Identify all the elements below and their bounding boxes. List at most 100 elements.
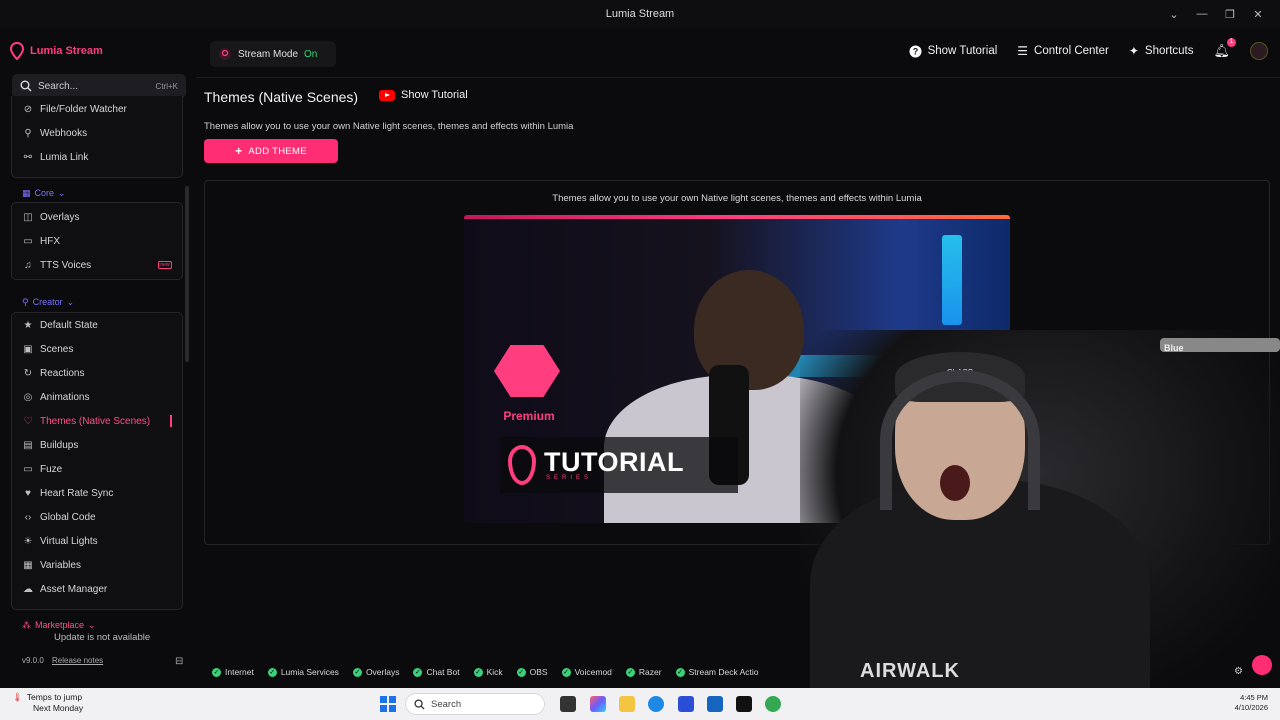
check-icon: ✓ [625, 667, 635, 677]
streamer-mouth [940, 465, 970, 501]
sidebar-item-hfx[interactable]: ▭ HFX [12, 229, 182, 253]
settings-gear-icon[interactable]: ⚙ [1234, 666, 1243, 677]
sidebar-item-themes[interactable]: ♡ Themes (Native Scenes) [12, 409, 182, 433]
weather-widget[interactable]: 🌡︎ Temps to jump Next Monday [12, 692, 83, 714]
control-center-button[interactable]: ☰ Control Center [1017, 44, 1109, 58]
premium-hex-icon [494, 345, 560, 397]
service-status-bar: ✓ Internet ✓ Lumia Services ✓ Overlays ✓ Cha… [196, 662, 1280, 682]
premium-label: Premium [503, 409, 555, 423]
avatar[interactable] [1250, 42, 1268, 60]
chevron-down-icon[interactable]: ⌄ [1160, 0, 1188, 28]
youtube-icon [379, 89, 395, 101]
sidebar-item-reactions[interactable]: ↻ Reactions [12, 361, 182, 385]
top-bar: Stream Mode On ? Show Tutorial ☰ Control… [196, 28, 1280, 78]
search-icon [414, 698, 425, 710]
notification-badge: 1 [1227, 38, 1236, 47]
copilot-icon[interactable] [590, 696, 606, 712]
search-placeholder: Search... [38, 80, 79, 92]
chevron-down-icon: ⌄ [66, 296, 75, 307]
sidebar-item-default-state[interactable]: ★ Default State [12, 313, 182, 337]
section-creator[interactable]: ⚲ Creator ⌄ [0, 293, 74, 311]
search-input[interactable]: Search... Ctrl+K [12, 74, 186, 98]
buildups-icon: ▤ [23, 439, 33, 451]
svg-text:?: ? [912, 46, 918, 56]
image-icon: ▣ [23, 343, 33, 355]
edge-browser-icon[interactable] [648, 696, 664, 712]
chat-bubble-button[interactable] [1252, 655, 1272, 675]
sidebar-item-heart-rate-sync[interactable]: ♥ Heart Rate Sync [12, 481, 182, 505]
show-tutorial-button[interactable]: ? Show Tutorial [909, 45, 997, 58]
task-view-icon[interactable] [560, 696, 576, 712]
brand-name: Lumia Stream [30, 45, 103, 57]
close-button[interactable]: ✕ [1244, 0, 1272, 28]
check-icon: ✓ [561, 667, 571, 677]
shortcuts-button[interactable]: ✦ Shortcuts [1129, 44, 1194, 58]
sidebar-group-integrations: ⊘ File/Folder Watcher ⚲ Webhooks ⚯ Lumia Li… [11, 96, 183, 178]
collapse-sidebar-icon[interactable]: ⊟ [175, 656, 183, 667]
sidebar-item-file-folder-watcher[interactable]: ⊘ File/Folder Watcher [12, 97, 182, 121]
check-icon: ✓ [413, 667, 423, 677]
sidebar-item-buildups[interactable]: ▤ Buildups [12, 433, 182, 457]
animation-icon: ◎ [23, 391, 33, 403]
version-label: v9.0.0 [22, 656, 44, 665]
sidebar-item-virtual-lights[interactable]: ☀ Virtual Lights [12, 529, 182, 553]
show-tutorial-link[interactable]: Show Tutorial [379, 89, 468, 101]
terminal-icon[interactable] [736, 696, 752, 712]
brand-logo[interactable]: Lumia Stream [10, 42, 103, 60]
sidebar-item-webhooks[interactable]: ⚲ Webhooks [12, 121, 182, 145]
outlook-icon[interactable] [707, 696, 723, 712]
status-kick[interactable]: ✓ Kick [473, 667, 503, 677]
eye-icon: ⊘ [23, 103, 33, 115]
store-icon[interactable] [678, 696, 694, 712]
sidebar-scrollbar[interactable] [185, 186, 189, 362]
status-overlays[interactable]: ✓ Overlays [352, 667, 399, 677]
search-shortcut: Ctrl+K [155, 81, 178, 91]
status-stream-deck[interactable]: ✓ Stream Deck Actio [675, 667, 759, 677]
add-theme-button[interactable]: + ADD THEME [204, 139, 338, 163]
stream-mode-toggle[interactable]: Stream Mode On [210, 41, 336, 67]
sidebar-item-variables[interactable]: ▦ Variables [12, 553, 182, 577]
taskbar-search[interactable]: Search [405, 693, 545, 715]
video-top-accent [464, 215, 1010, 219]
status-internet[interactable]: ✓ Internet [212, 667, 254, 677]
refresh-icon: ↻ [23, 367, 33, 379]
notifications-button[interactable]: 🔔︎ 1 [1213, 38, 1236, 59]
sidebar-item-tts-voices[interactable]: ♫ TTS Voices new [12, 253, 182, 277]
status-chat-bot[interactable]: ✓ Chat Bot [413, 667, 460, 677]
status-obs[interactable]: ✓ OBS [516, 667, 548, 677]
sidebar-item-global-code[interactable]: ‹› Global Code [12, 505, 182, 529]
stream-mode-icon [219, 48, 231, 60]
taskbar-clock[interactable]: 4:45 PM 4/10/2026 [1235, 693, 1268, 713]
chrome-icon[interactable] [765, 696, 781, 712]
sidebar-item-lumia-link[interactable]: ⚯ Lumia Link [12, 145, 182, 169]
premium-badge: Premium [494, 345, 560, 425]
sidebar-item-animations[interactable]: ◎ Animations [12, 385, 182, 409]
sidebar-item-overlays[interactable]: ◫ Overlays [12, 205, 182, 229]
restore-button[interactable]: ❐ [1216, 0, 1244, 28]
windows-start-icon[interactable] [380, 696, 396, 712]
cloud-icon: ☁ [23, 583, 33, 595]
help-icon: ? [909, 45, 922, 57]
status-lumia-services[interactable]: ✓ Lumia Services [267, 667, 339, 677]
status-voicemod[interactable]: ✓ Voicemod [561, 667, 612, 677]
page-title: Themes (Native Scenes) [204, 89, 359, 105]
monitor-icon: ▭ [23, 235, 33, 247]
chevron-down-icon: ⌄ [88, 619, 96, 630]
check-icon: ✓ [352, 667, 362, 677]
grid-icon: ▦ [22, 187, 31, 198]
sidebar-item-asset-manager[interactable]: ☁ Asset Manager [12, 577, 182, 601]
grid-icon: ⁂ [22, 619, 31, 630]
release-notes-link[interactable]: Release notes [52, 656, 103, 665]
status-razer[interactable]: ✓ Razer [625, 667, 662, 677]
minimize-button[interactable]: — [1188, 0, 1216, 28]
monitor-icon: ▭ [23, 463, 33, 475]
sidebar-item-fuze[interactable]: ▭ Fuze [12, 457, 182, 481]
check-icon: ✓ [675, 667, 685, 677]
file-explorer-icon[interactable] [619, 696, 635, 712]
sun-icon: ☀ [23, 535, 33, 547]
lumia-pin-icon [508, 445, 536, 485]
sliders-icon: ☰ [1017, 44, 1029, 58]
sidebar-item-scenes[interactable]: ▣ Scenes [12, 337, 182, 361]
version-info: v9.0.0 Release notes [22, 656, 103, 665]
section-core[interactable]: ▦ Core ⌄ [0, 184, 66, 202]
